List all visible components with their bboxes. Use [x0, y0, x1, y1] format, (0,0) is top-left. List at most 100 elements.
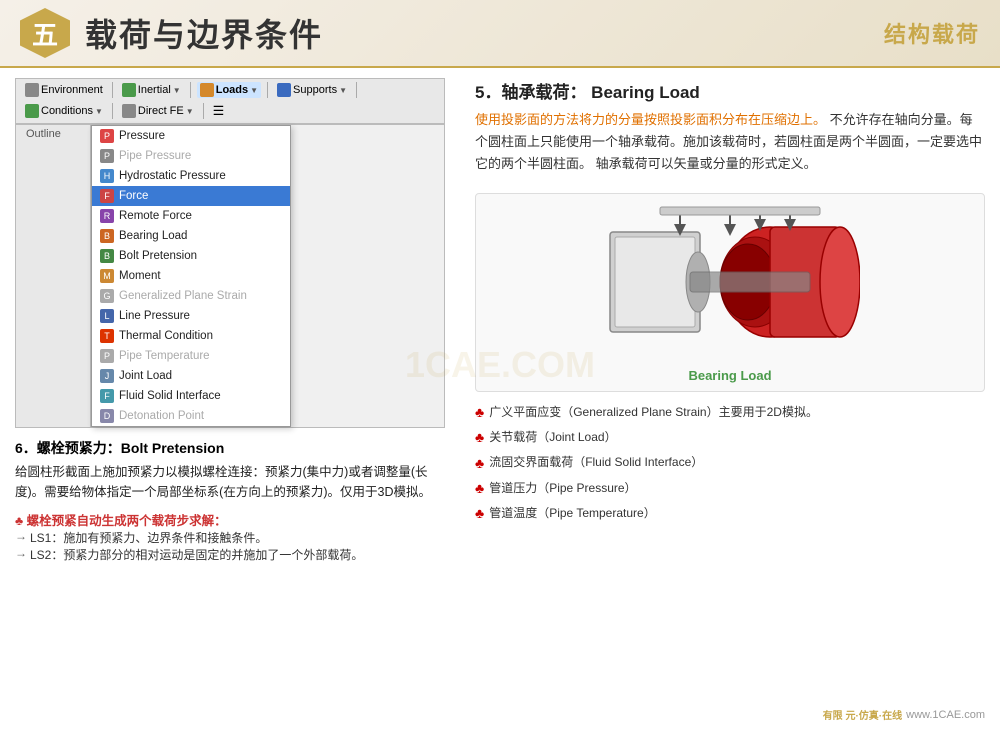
bolt-icon: B	[100, 249, 114, 263]
bottom-item-2: ♣ 关节载荷（Joint Load）	[475, 425, 985, 450]
line-pressure-icon: L	[100, 309, 114, 323]
sep4	[356, 82, 357, 98]
conditions-arrow: ▼	[95, 107, 103, 116]
toolbar-supports[interactable]: Supports ▼	[274, 82, 350, 98]
outline-panel: Outline	[16, 125, 91, 427]
directfe-arrow: ▼	[186, 107, 194, 116]
toolbar-inertial-label: Inertial	[138, 84, 171, 96]
bottom-item-4: ♣ 管道压力（Pipe Pressure）	[475, 476, 985, 501]
diamond-5: ♣	[475, 501, 484, 526]
toolbar-environment-label: Environment	[41, 84, 103, 96]
section5: 5．轴承载荷： Bearing Load 使用投影面的方法将力的分量按照投影面积…	[475, 78, 985, 175]
ls1-text: LS1：施加有预紧力、边界条件和接触条件。	[30, 529, 267, 546]
site-logo-text: 有限	[823, 711, 843, 722]
section5-title: 5．轴承载荷： Bearing Load	[475, 78, 985, 103]
menu-item-joint[interactable]: J Joint Load	[92, 366, 290, 386]
toolbar-directfe[interactable]: Direct FE ▼	[119, 103, 197, 119]
dropdown-menu: P Pressure P Pipe Pressure H Hydrostatic…	[91, 125, 291, 427]
menu-label-line-pressure: Line Pressure	[119, 310, 190, 322]
menu-item-hydrostatic[interactable]: H Hydrostatic Pressure	[92, 166, 290, 186]
section6: 6．螺栓预紧力：Bolt Pretension 给圆柱形截面上施加预紧力以模拟螺…	[15, 438, 445, 563]
menu-label-remote-force: Remote Force	[119, 210, 192, 222]
menu-item-line-pressure[interactable]: L Line Pressure	[92, 306, 290, 326]
menu-item-force[interactable]: F Force	[92, 186, 290, 206]
menu-item-pressure[interactable]: P Pressure	[92, 126, 290, 146]
toolbar-loads[interactable]: Loads ▼	[197, 82, 261, 98]
bottom-text-2: 关节载荷（Joint Load）	[489, 427, 616, 449]
ls2-item: → LS2：预紧力部分的相对运动是固定的并施加了一个外部载荷。	[15, 546, 445, 563]
menu-label-gps: Generalized Plane Strain	[119, 290, 247, 302]
pressure-icon: P	[100, 129, 114, 143]
bearing-illustration: Bearing Load	[475, 193, 985, 392]
diamond-4: ♣	[475, 476, 484, 501]
toolbar: Environment Inertial ▼ Loads ▼ Supports …	[15, 78, 445, 124]
menu-area: Outline P Pressure P Pipe Pressure H Hyd…	[15, 124, 445, 428]
section5-body: 使用投影面的方法将力的分量按照投影面积分布在压缩边上。 不允许存在轴向分量。每个…	[475, 109, 985, 175]
pipe-temp-icon: P	[100, 349, 114, 363]
menu-label-pressure: Pressure	[119, 130, 165, 142]
env-icon	[25, 83, 39, 97]
toolbar-environment[interactable]: Environment	[22, 82, 106, 98]
right-panel: 5．轴承载荷： Bearing Load 使用投影面的方法将力的分量按照投影面积…	[460, 68, 1000, 730]
menu-item-bolt[interactable]: B Bolt Pretension	[92, 246, 290, 266]
toolbar-directfe-label: Direct FE	[138, 105, 184, 117]
supports-icon	[277, 83, 291, 97]
sep6	[203, 103, 204, 119]
menu-label-thermal: Thermal Condition	[119, 330, 213, 342]
menu-label-pipe-temp: Pipe Temperature	[119, 350, 210, 362]
page-title: 载荷与边界条件	[85, 10, 323, 56]
menu-item-thermal[interactable]: T Thermal Condition	[92, 326, 290, 346]
menu-item-bearing-load[interactable]: B Bearing Load	[92, 226, 290, 246]
toolbar-inertial[interactable]: Inertial ▼	[119, 82, 184, 98]
ls2-text: LS2：预紧力部分的相对运动是固定的并施加了一个外部载荷。	[30, 546, 363, 563]
conditions-icon	[25, 104, 39, 118]
section5-highlight: 使用投影面的方法将力的分量按照投影面积分布在压缩边上。	[475, 112, 826, 127]
fluid-icon: F	[100, 389, 114, 403]
ls2-arrow: →	[15, 546, 27, 560]
menu-item-moment[interactable]: M Moment	[92, 266, 290, 286]
bottom-item-5: ♣ 管道温度（Pipe Temperature）	[475, 501, 985, 526]
sep3	[267, 82, 268, 98]
site-logo: 有限 元·仿真·在线	[823, 707, 902, 722]
menu-label-joint: Joint Load	[119, 370, 172, 382]
menu-item-fluid[interactable]: F Fluid Solid Interface	[92, 386, 290, 406]
menu-item-pipe-pressure: P Pipe Pressure	[92, 146, 290, 166]
section6-sub: ♣ 螺栓预紧自动生成两个载荷步求解： → LS1：施加有预紧力、边界条件和接触条…	[15, 510, 445, 563]
loads-arrow: ▼	[250, 86, 258, 95]
toolbar-conditions-label: Conditions	[41, 105, 93, 117]
bottom-text-5: 管道温度（Pipe Temperature）	[489, 503, 656, 525]
main-content: Environment Inertial ▼ Loads ▼ Supports …	[0, 68, 1000, 730]
site-url: www.1CAE.com	[906, 709, 985, 721]
menu-label-force: Force	[119, 190, 148, 202]
left-panel: Environment Inertial ▼ Loads ▼ Supports …	[0, 68, 460, 730]
force-icon: F	[100, 189, 114, 203]
section-subtitle: 结构载荷	[884, 17, 980, 49]
toolbar-conditions[interactable]: Conditions ▼	[22, 103, 106, 119]
menu-item-detonation: D Detonation Point	[92, 406, 290, 426]
menu-item-gps: G Generalized Plane Strain	[92, 286, 290, 306]
bottom-text-3: 流固交界面载荷（Fluid Solid Interface）	[489, 452, 703, 474]
sub-title: ♣ 螺栓预紧自动生成两个载荷步求解：	[15, 510, 445, 529]
site-footer: 有限 元·仿真·在线 www.1CAE.com	[823, 707, 985, 722]
moment-icon: M	[100, 269, 114, 283]
menu-label-bolt: Bolt Pretension	[119, 250, 197, 262]
menu-label-pipe-pressure: Pipe Pressure	[119, 150, 191, 162]
toolbar-supports-label: Supports	[293, 84, 337, 96]
toolbar-loads-label: Loads	[216, 84, 248, 96]
supports-arrow: ▼	[339, 86, 347, 95]
inertial-arrow: ▼	[173, 86, 181, 95]
detonation-icon: D	[100, 409, 114, 423]
site-logo-text2: 元·仿真·在线	[845, 711, 902, 722]
menu-item-remote-force[interactable]: R Remote Force	[92, 206, 290, 226]
inertial-icon	[122, 83, 136, 97]
loads-icon	[200, 83, 214, 97]
toolbar-extra[interactable]: ☰	[210, 102, 228, 120]
section6-title: 6．螺栓预紧力：Bolt Pretension	[15, 438, 445, 458]
sep5	[112, 103, 113, 119]
bearing-label: Bearing Load	[688, 368, 771, 383]
ls1-arrow: →	[15, 529, 27, 543]
section-badge: 五	[20, 8, 70, 58]
bottom-info: ♣ 广义平面应变（Generalized Plane Strain）主要用于2D…	[475, 400, 985, 526]
ls1-item: → LS1：施加有预紧力、边界条件和接触条件。	[15, 529, 445, 546]
bottom-item-1: ♣ 广义平面应变（Generalized Plane Strain）主要用于2D…	[475, 400, 985, 425]
